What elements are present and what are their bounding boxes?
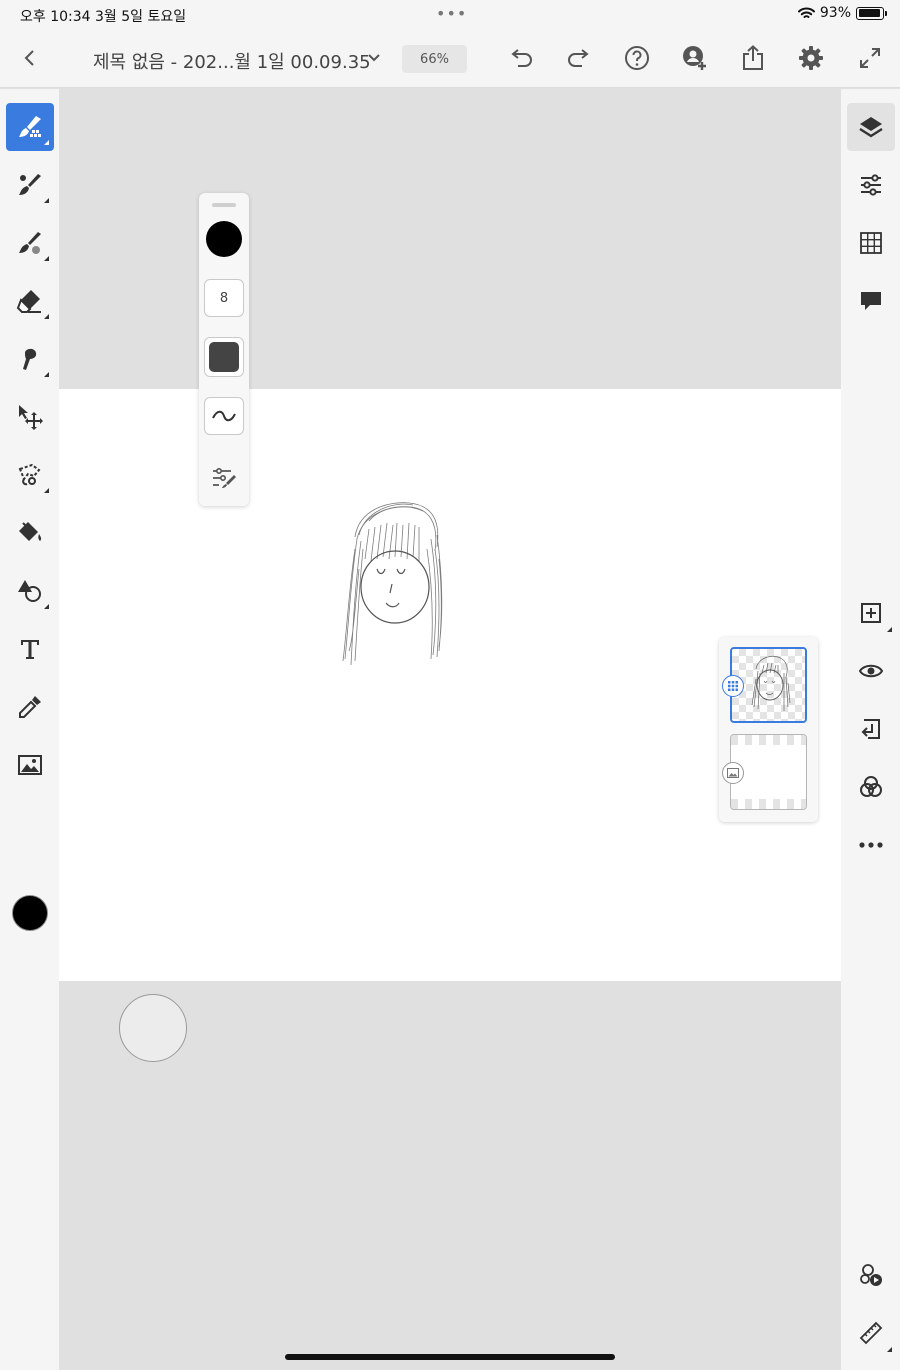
brush-size-field[interactable]: 8 — [204, 279, 244, 317]
eyedropper-icon — [19, 696, 41, 718]
brush-smoothing-button[interactable] — [204, 397, 244, 435]
shapes-icon — [18, 580, 41, 602]
chevron-left-icon — [24, 50, 34, 66]
undo-button[interactable] — [503, 40, 539, 76]
brush-settings-button[interactable] — [209, 463, 239, 493]
status-bar: 오후 10:34 3월 5일 토요일 ••• 93% — [0, 0, 900, 30]
layer-visibility-button[interactable] — [847, 647, 895, 695]
wave-icon — [212, 410, 236, 422]
app-header: 제목 없음 - 202...월 1일 00.09.35 66% — [0, 30, 900, 88]
chevron-down-icon — [368, 54, 380, 62]
mixer-brush-tool[interactable] — [6, 219, 54, 267]
brush-color-swatch[interactable] — [206, 221, 242, 257]
status-time-date: 오후 10:34 3월 5일 토요일 — [20, 9, 187, 25]
fullscreen-button[interactable] — [852, 40, 888, 76]
lasso-tool[interactable] — [6, 451, 54, 499]
timelapse-icon — [860, 1264, 882, 1286]
home-indicator[interactable] — [285, 1354, 615, 1360]
panel-drag-handle[interactable] — [212, 203, 236, 207]
image-tool[interactable] — [6, 741, 54, 789]
add-layer-button[interactable] — [847, 589, 895, 637]
mixer-brush-icon — [19, 232, 41, 254]
merge-down-button[interactable] — [847, 705, 895, 753]
fill-tool[interactable] — [6, 509, 54, 557]
wifi-icon — [797, 7, 815, 18]
battery-percent: 93% — [819, 5, 851, 21]
blend-icon — [860, 776, 882, 797]
layers-button[interactable] — [847, 103, 895, 151]
more-horizontal-icon — [859, 842, 883, 848]
zoom-level[interactable]: 66% — [402, 45, 467, 73]
touch-shortcut-button[interactable] — [119, 994, 187, 1062]
text-icon — [21, 640, 39, 659]
brush-flow-button[interactable] — [204, 337, 244, 377]
grid-icon — [860, 232, 882, 254]
back-button[interactable] — [12, 40, 48, 76]
add-layer-icon — [861, 603, 881, 623]
undo-icon — [511, 49, 532, 67]
lasso-icon — [18, 463, 41, 486]
redo-button[interactable] — [561, 40, 597, 76]
eraser-icon — [16, 290, 41, 313]
brush-settings-icon — [213, 467, 236, 488]
merge-down-icon — [861, 719, 880, 739]
invite-button[interactable] — [677, 40, 713, 76]
image-icon — [18, 755, 42, 775]
image-layer-badge — [722, 762, 744, 784]
gear-icon — [799, 46, 823, 70]
current-color-swatch[interactable] — [12, 895, 48, 931]
pixel-grid-icon — [728, 681, 738, 691]
help-button[interactable] — [619, 40, 655, 76]
pixel-brush-tool[interactable] — [6, 103, 54, 151]
comment-icon — [861, 292, 881, 310]
eye-icon — [858, 664, 884, 678]
layers-icon — [859, 117, 883, 138]
text-tool[interactable] — [6, 625, 54, 673]
help-icon — [625, 46, 649, 70]
multitasking-dots[interactable]: ••• — [436, 4, 467, 23]
ruler-button[interactable] — [847, 1309, 895, 1357]
pixel-layer-badge — [722, 675, 744, 697]
left-toolbar — [0, 89, 59, 1370]
timelapse-button[interactable] — [847, 1251, 895, 1299]
live-brush-icon — [19, 174, 41, 195]
brush-properties-panel: 8 — [199, 193, 249, 506]
eraser-tool[interactable] — [6, 277, 54, 325]
settings-button[interactable] — [793, 40, 829, 76]
move-icon — [19, 405, 43, 430]
right-toolbar — [841, 89, 900, 1370]
ruler-icon — [859, 1321, 883, 1345]
eyedropper-tool[interactable] — [6, 683, 54, 731]
move-tool[interactable] — [6, 393, 54, 441]
status-right: 93% — [797, 5, 887, 21]
comments-button[interactable] — [847, 277, 895, 325]
redo-icon — [568, 49, 589, 67]
battery-icon — [856, 6, 887, 20]
expand-icon — [860, 48, 880, 68]
share-button[interactable] — [735, 40, 771, 76]
add-user-icon — [683, 46, 706, 70]
grid-button[interactable] — [847, 219, 895, 267]
blend-mode-button[interactable] — [847, 763, 895, 811]
share-icon — [743, 45, 763, 70]
smudge-tool[interactable] — [6, 335, 54, 383]
shapes-tool[interactable] — [6, 567, 54, 615]
layer-properties-button[interactable] — [847, 161, 895, 209]
flow-swatch — [209, 342, 239, 372]
title-dropdown-button[interactable] — [356, 40, 392, 76]
pixel-brush-icon — [19, 116, 41, 137]
layers-panel — [719, 637, 818, 822]
paint-bucket-icon — [19, 522, 42, 541]
sliders-icon — [861, 174, 881, 196]
smudge-icon — [23, 348, 37, 370]
more-options-button[interactable] — [847, 821, 895, 869]
image-icon — [727, 768, 739, 778]
document-title[interactable]: 제목 없음 - 202...월 1일 00.09.35 — [93, 48, 371, 74]
live-brush-tool[interactable] — [6, 161, 54, 209]
